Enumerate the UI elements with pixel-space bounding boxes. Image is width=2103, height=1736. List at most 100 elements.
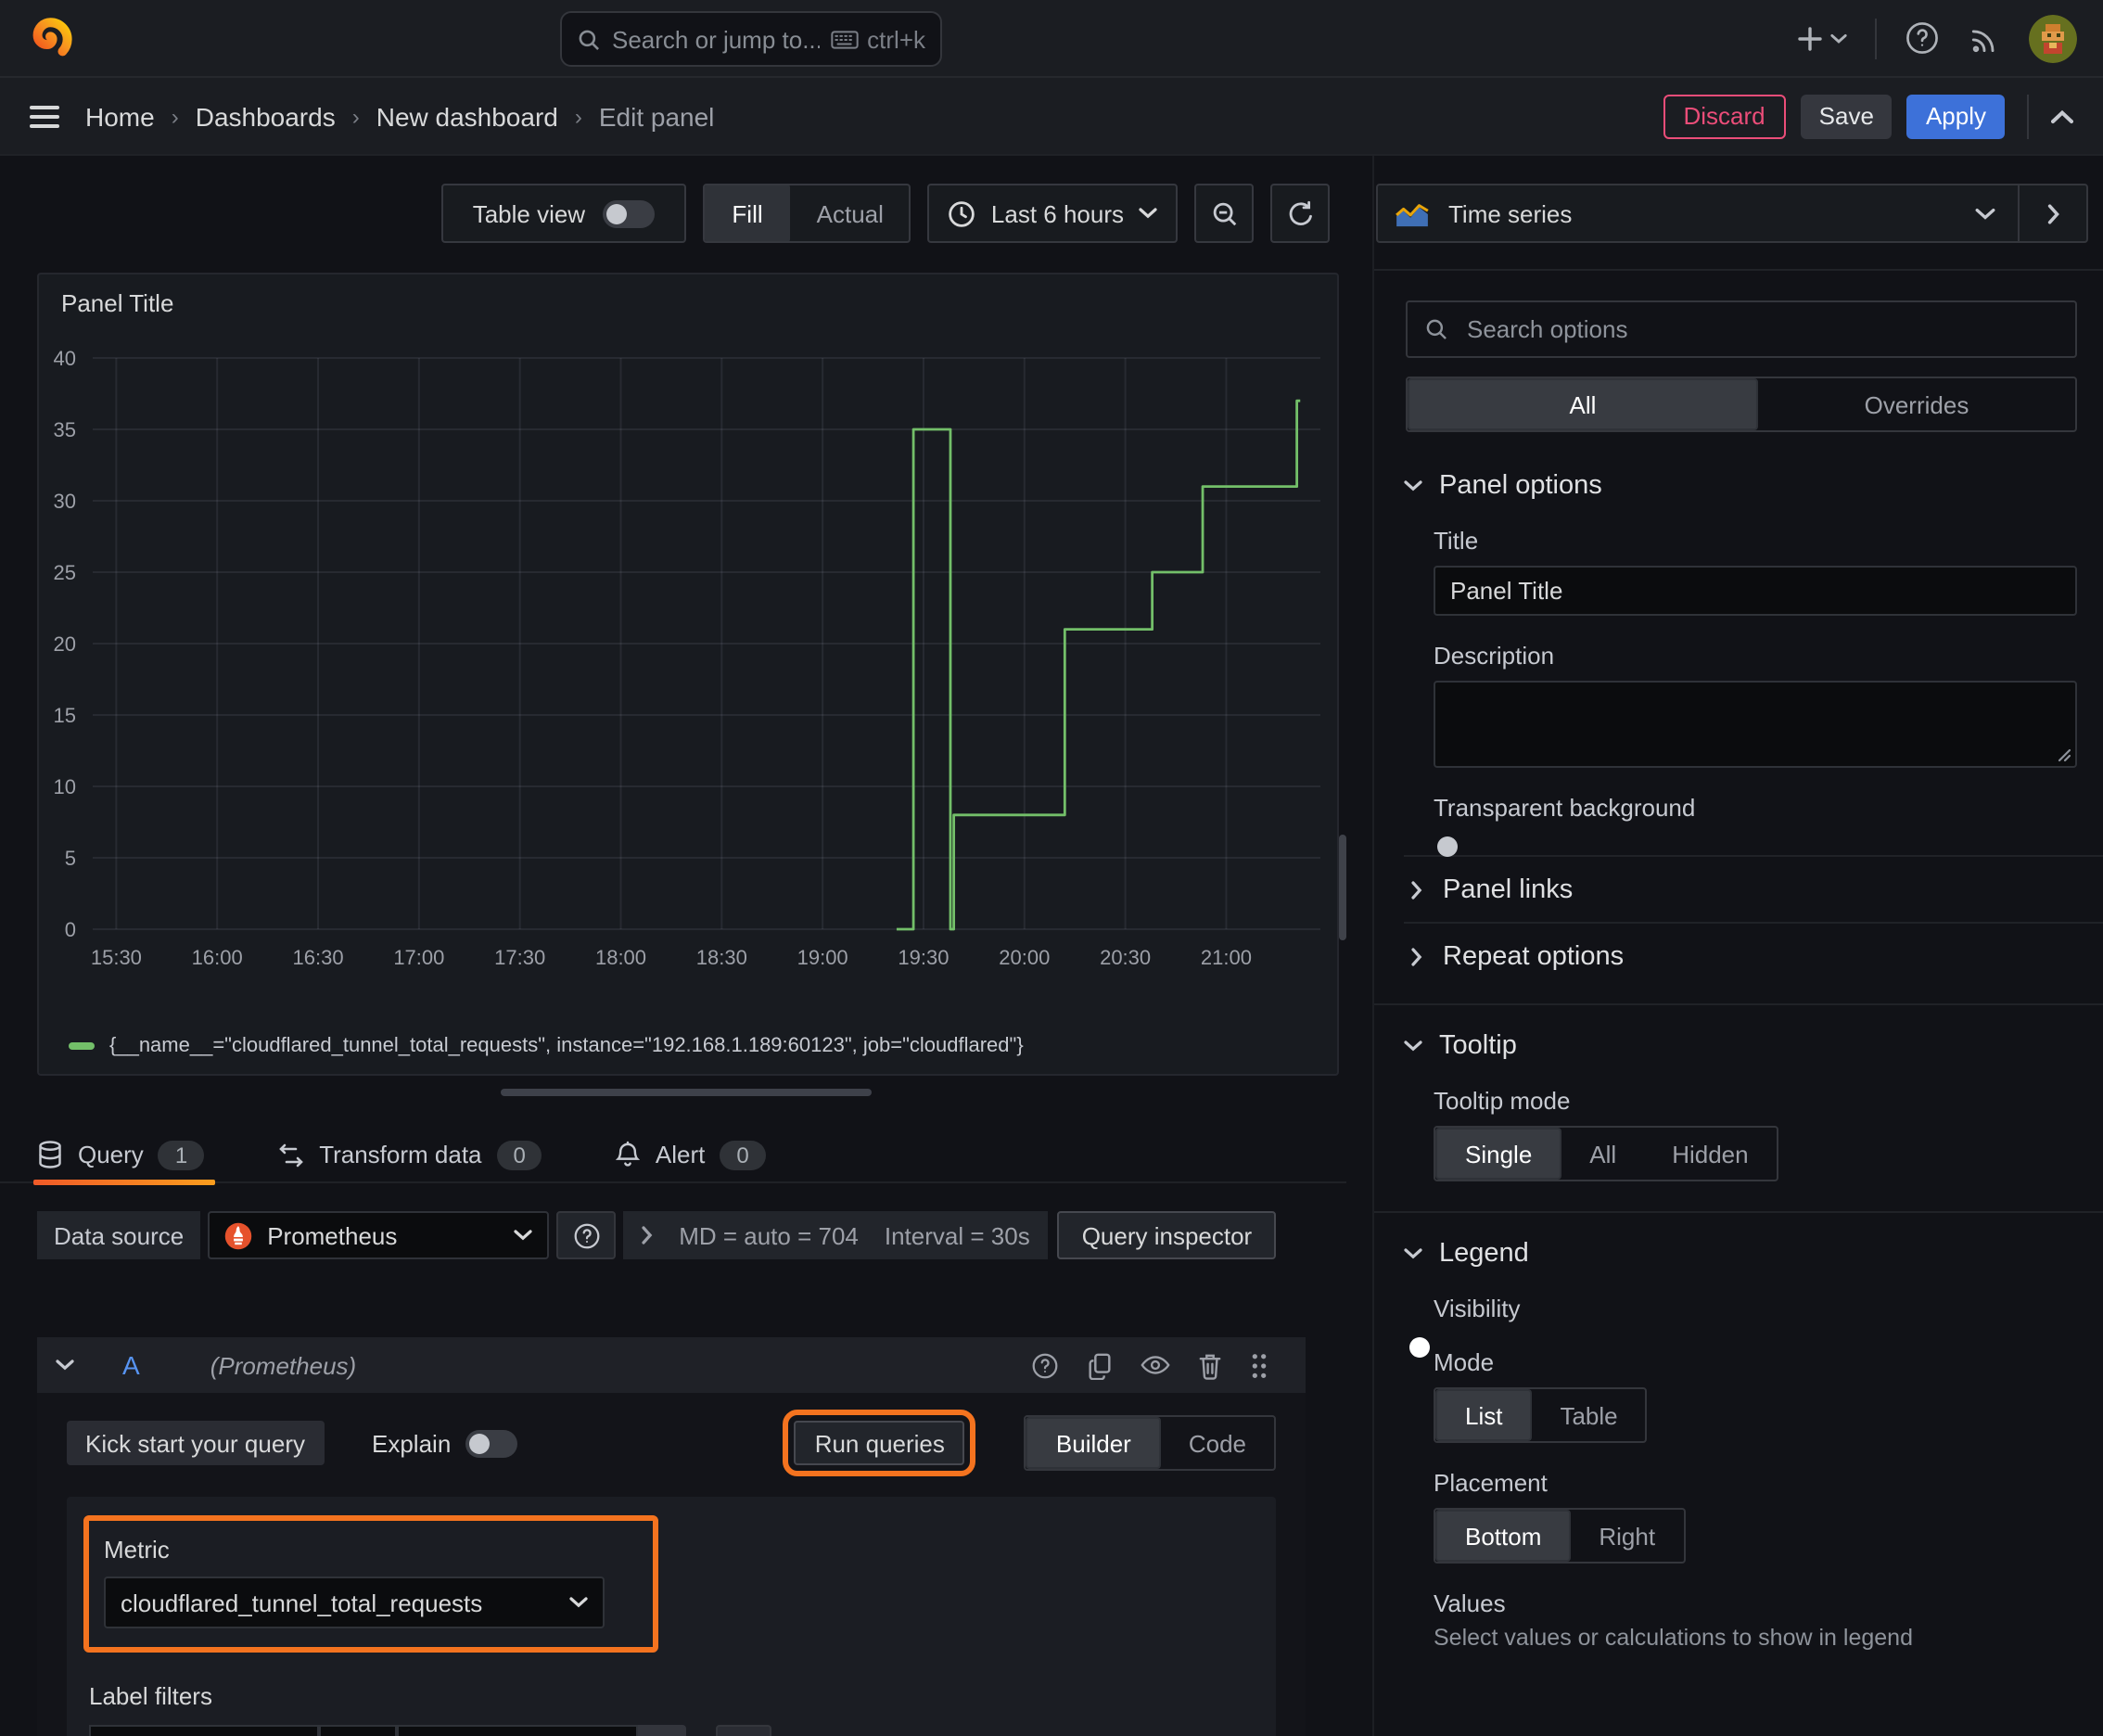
tooltip-hidden[interactable]: Hidden	[1644, 1128, 1776, 1180]
breadcrumb-separator-icon: ›	[574, 103, 582, 129]
placement-bottom[interactable]: Bottom	[1435, 1510, 1572, 1562]
tab-alert[interactable]: Alert 0	[616, 1128, 766, 1181]
title-field: Title	[1374, 527, 2103, 616]
news-icon[interactable]	[1968, 21, 2001, 55]
datasource-picker[interactable]: Prometheus	[208, 1211, 550, 1259]
table-view-switch[interactable]	[602, 199, 655, 227]
select-value-dropdown[interactable]: Select value	[397, 1725, 638, 1736]
chevron-down-icon	[1404, 480, 1422, 491]
collapse-header-icon[interactable]	[2051, 108, 2073, 123]
legend-visibility-field: Visibility	[1374, 1295, 2103, 1358]
svg-text:17:00: 17:00	[393, 946, 444, 969]
apply-button[interactable]: Apply	[1906, 94, 2005, 138]
explain-label: Explain	[372, 1429, 452, 1457]
search-icon	[1424, 317, 1448, 341]
legend-swatch	[69, 1042, 95, 1050]
trash-icon[interactable]	[1198, 1351, 1222, 1379]
duplicate-icon[interactable]	[1087, 1351, 1113, 1379]
datasource-help-button[interactable]	[556, 1211, 617, 1259]
refresh-button[interactable]	[1270, 184, 1330, 243]
user-avatar[interactable]	[2029, 14, 2077, 62]
help-icon[interactable]	[1905, 20, 1940, 56]
section-divider	[1374, 1211, 2103, 1213]
visualization-picker[interactable]: Time series	[1376, 184, 2088, 243]
tab-overrides[interactable]: Overrides	[1758, 378, 2075, 430]
timeseries-chart[interactable]: 0 5 10 15 20 25 30 35 40 15:30 16:00 16:30 17:00 17:3…	[39, 317, 1337, 1002]
tab-all[interactable]: All	[1408, 378, 1758, 430]
kickstart-button[interactable]: Kick start your query	[67, 1421, 324, 1465]
resize-handle-icon[interactable]	[2057, 747, 2071, 762]
panel-toolbar: Table view Fill Actual Last 6 hours	[0, 184, 1330, 243]
builder-option[interactable]: Builder	[1026, 1417, 1161, 1469]
metric-select[interactable]: cloudflared_tunnel_total_requests	[104, 1576, 605, 1628]
save-button[interactable]: Save	[1800, 94, 1893, 138]
metric-value: cloudflared_tunnel_total_requests	[121, 1589, 483, 1616]
help-icon[interactable]	[1031, 1351, 1059, 1379]
tab-transform[interactable]: Transform data 0	[278, 1128, 542, 1181]
svg-text:20:30: 20:30	[1100, 946, 1151, 969]
search-options-input[interactable]	[1463, 313, 2058, 345]
eye-icon[interactable]	[1141, 1354, 1170, 1376]
run-queries-button[interactable]: Run queries	[783, 1410, 976, 1476]
collapse-query-icon[interactable]	[56, 1359, 74, 1371]
svg-text:0: 0	[65, 918, 76, 941]
timeseries-viz-icon	[1395, 199, 1430, 227]
placement-right[interactable]: Right	[1571, 1510, 1683, 1562]
breadcrumb-home[interactable]: Home	[85, 101, 155, 131]
query-options-summary[interactable]: MD = auto = 704 Interval = 30s	[623, 1211, 1049, 1259]
placement-label: Placement	[1434, 1469, 1548, 1497]
breadcrumb-dashboards[interactable]: Dashboards	[196, 101, 336, 131]
query-row-header[interactable]: A (Prometheus)	[37, 1337, 1306, 1393]
select-label-dropdown[interactable]: Select label	[89, 1725, 319, 1736]
zoom-out-button[interactable]	[1194, 184, 1254, 243]
explain-switch[interactable]	[465, 1429, 518, 1457]
breadcrumb-new-dashboard[interactable]: New dashboard	[376, 101, 558, 131]
svg-text:21:00: 21:00	[1201, 946, 1252, 969]
menu-toggle-icon[interactable]	[30, 105, 59, 127]
pane-resize-handle[interactable]	[501, 1089, 872, 1096]
time-range-picker[interactable]: Last 6 hours	[927, 184, 1178, 243]
builder-code-segment: Builder Code	[1024, 1415, 1276, 1471]
code-option[interactable]: Code	[1161, 1417, 1274, 1469]
tooltip-all[interactable]: All	[1561, 1128, 1644, 1180]
add-filter-button[interactable]: +	[716, 1725, 771, 1736]
datasource-name: Prometheus	[267, 1221, 398, 1249]
panel-title[interactable]: Panel Title	[39, 274, 1337, 317]
fill-option[interactable]: Fill	[704, 185, 791, 241]
search-options-box[interactable]	[1406, 300, 2077, 358]
new-button[interactable]	[1797, 25, 1847, 51]
drag-handle-icon[interactable]	[1250, 1351, 1268, 1379]
actual-option[interactable]: Actual	[791, 185, 910, 241]
section-legend[interactable]: Legend	[1374, 1239, 2103, 1269]
chevron-down-icon	[569, 1597, 588, 1608]
tooltip-mode-label: Tooltip mode	[1434, 1087, 1571, 1115]
chevron-down-icon	[1975, 207, 1995, 220]
datasource-label: Data source	[37, 1211, 201, 1259]
grafana-logo-icon[interactable]	[26, 14, 74, 62]
section-tooltip[interactable]: Tooltip	[1374, 1031, 2103, 1061]
section-panel-options[interactable]: Panel options	[1374, 471, 2103, 501]
mode-list[interactable]: List	[1435, 1389, 1533, 1441]
tooltip-single[interactable]: Single	[1435, 1128, 1562, 1180]
global-search-input[interactable]: Search or jump to... ctrl+k	[560, 11, 942, 67]
panel-links-row[interactable]: Panel links	[1374, 857, 2103, 922]
chart-legend[interactable]: {__name__="cloudflared_tunnel_total_requ…	[69, 1035, 1024, 1057]
table-view-toggle[interactable]: Table view	[440, 184, 686, 243]
operator-dropdown[interactable]: =	[319, 1725, 397, 1736]
mode-table[interactable]: Table	[1532, 1389, 1645, 1441]
svg-text:17:30: 17:30	[494, 946, 545, 969]
description-textarea[interactable]	[1434, 681, 2077, 768]
remove-filter-button[interactable]	[638, 1725, 686, 1736]
panel-title-input[interactable]	[1434, 566, 2077, 616]
tab-query[interactable]: Query 1	[32, 1128, 216, 1185]
keyboard-icon	[830, 29, 858, 49]
tooltip-mode-segment: Single All Hidden	[1434, 1126, 1778, 1181]
main-column: Table view Fill Actual Last 6 hours Pane…	[0, 156, 1372, 1736]
bottom-tabs: Query 1 Transform data 0 Alert 0	[0, 1128, 1346, 1185]
discard-button[interactable]: Discard	[1663, 94, 1786, 138]
query-inspector-button[interactable]: Query inspector	[1057, 1211, 1277, 1259]
explain-toggle[interactable]: Explain	[372, 1429, 518, 1457]
main-scrollbar[interactable]	[1339, 835, 1346, 940]
toggle-options-pane-icon[interactable]	[2020, 203, 2086, 223]
repeat-options-row[interactable]: Repeat options	[1374, 924, 2103, 989]
